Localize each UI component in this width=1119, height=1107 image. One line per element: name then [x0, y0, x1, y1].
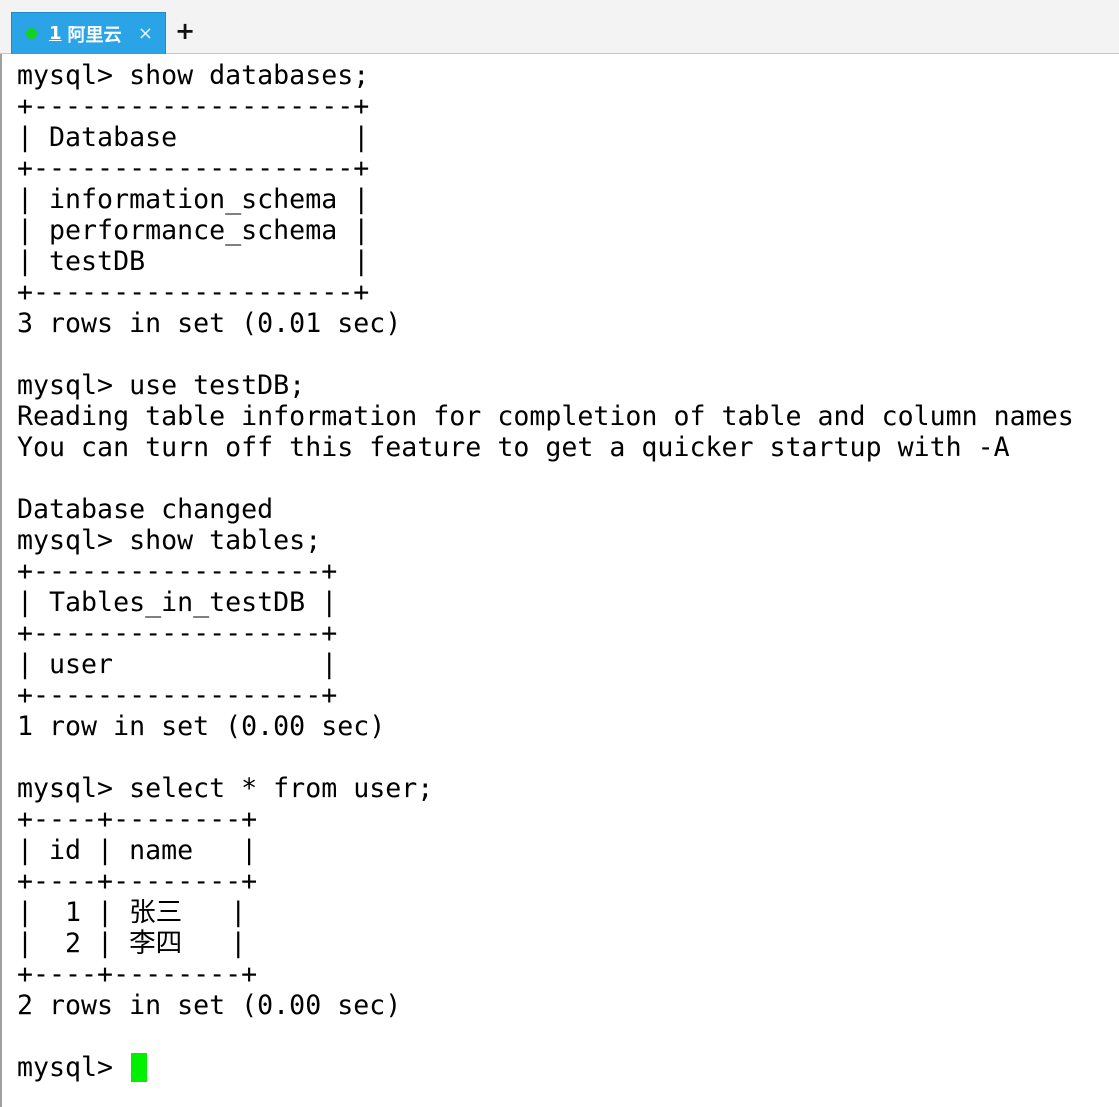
- connection-status-icon: [26, 28, 37, 39]
- terminal-line: | Database |: [17, 122, 370, 153]
- terminal-line: 2 rows in set (0.00 sec): [17, 990, 402, 1021]
- terminal-line: | Tables_in_testDB |: [17, 587, 338, 618]
- terminal-line: | 1 | 张三 |: [17, 897, 247, 928]
- terminal-line: Database changed: [17, 494, 274, 525]
- terminal-line: +------------------+: [17, 618, 338, 649]
- close-icon[interactable]: ×: [138, 23, 153, 44]
- terminal-line: | testDB |: [17, 246, 370, 277]
- terminal-line: mysql> show databases;: [17, 60, 370, 91]
- terminal-line: +--------------------+: [17, 153, 370, 184]
- tab-bar: 1 阿里云 × +: [0, 0, 1119, 54]
- tab-aliyun[interactable]: 1 阿里云 ×: [11, 12, 166, 54]
- terminal-line: | information_schema |: [17, 184, 370, 215]
- terminal-output[interactable]: mysql> show databases; +-----------------…: [0, 54, 1119, 1107]
- terminal-line: +--------------------+: [17, 277, 370, 308]
- text-cursor: [131, 1053, 148, 1082]
- terminal-lines: mysql> show databases; +-----------------…: [17, 60, 1074, 1083]
- terminal-line: 3 rows in set (0.01 sec): [17, 308, 402, 339]
- terminal-line: | 2 | 李四 |: [17, 928, 247, 959]
- terminal-line: mysql> show tables;: [17, 525, 322, 556]
- terminal-line: You can turn off this feature to get a q…: [17, 432, 1010, 463]
- terminal-line: Reading table information for completion…: [17, 401, 1074, 432]
- terminal-line: mysql> select * from user;: [17, 773, 434, 804]
- terminal-line: +----+--------+: [17, 959, 258, 990]
- tab-number: 1: [49, 23, 62, 44]
- terminal-line: | performance_schema |: [17, 215, 370, 246]
- terminal-line: | id | name |: [17, 835, 258, 866]
- prompt-line[interactable]: mysql>: [17, 1052, 1074, 1083]
- terminal-line: +------------------+: [17, 680, 338, 711]
- terminal-line: 1 row in set (0.00 sec): [17, 711, 386, 742]
- tab-title: 阿里云: [67, 24, 122, 46]
- terminal-line: | user |: [17, 649, 338, 680]
- terminal-line: +------------------+: [17, 556, 338, 587]
- terminal-line: mysql> use testDB;: [17, 370, 306, 401]
- terminal-line: +----+--------+: [17, 804, 258, 835]
- new-tab-button[interactable]: +: [175, 18, 195, 44]
- prompt-text: mysql>: [17, 1052, 130, 1083]
- terminal-line: +----+--------+: [17, 866, 258, 897]
- terminal-line: +--------------------+: [17, 91, 370, 122]
